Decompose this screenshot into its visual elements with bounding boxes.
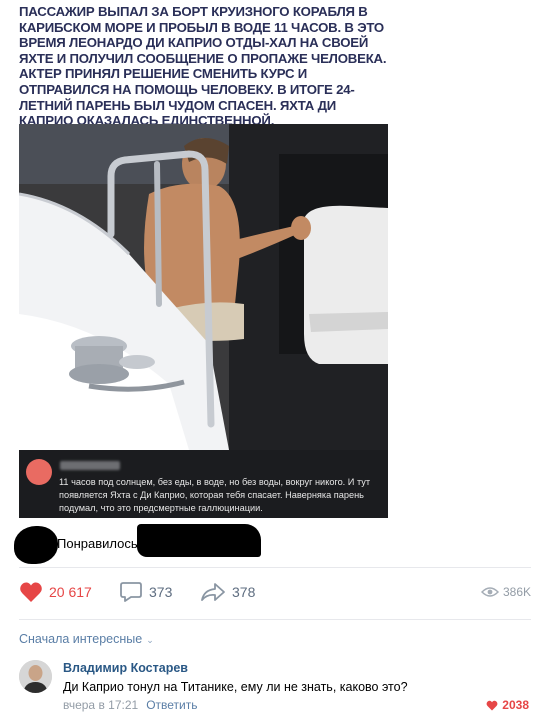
share-button[interactable]: 378	[200, 580, 255, 604]
comment-icon	[120, 582, 142, 602]
yacht-photo	[19, 124, 388, 450]
comment-text: Ди Каприо тонул на Титанике, ему ли не з…	[63, 680, 408, 694]
screenshot-comment-text: 11 часов под солнцем, без еды, в воде, н…	[59, 477, 371, 513]
comments-sort-dropdown[interactable]: Сначала интересные ⌄	[19, 632, 154, 646]
screenshot-comment-card: 11 часов под солнцем, без еды, в воде, н…	[19, 450, 388, 518]
comment-like-button[interactable]: 2038	[486, 698, 529, 712]
divider	[19, 619, 531, 620]
liked-label: Понравилось	[57, 536, 138, 551]
commenter-avatar	[26, 459, 52, 485]
sort-label: Сначала интересные	[19, 632, 143, 646]
share-icon	[201, 583, 225, 601]
post: Пассажир выпал за борт круизного корабля…	[0, 0, 550, 726]
avatar-photo	[19, 660, 52, 693]
chevron-down-icon: ⌄	[146, 635, 154, 645]
reply-button[interactable]: Ответить	[146, 698, 197, 712]
shares-count: 378	[232, 584, 256, 600]
comment-author-name[interactable]: Владимир Костарев	[63, 661, 188, 675]
meme-image[interactable]: Пассажир выпал за борт круизного корабля…	[19, 0, 388, 518]
views-count: 386K	[502, 585, 531, 599]
comment-author-avatar[interactable]	[19, 660, 52, 693]
views-counter: 386K	[480, 580, 531, 604]
heart-icon	[486, 700, 498, 710]
eye-icon	[480, 587, 499, 597]
divider	[19, 567, 531, 568]
comment-meta: вчера в 17:21 Ответить	[63, 698, 197, 712]
yacht-photo-illustration	[19, 124, 388, 450]
liked-by-row[interactable]: Понравилось	[14, 524, 264, 564]
redacted-names	[137, 524, 261, 557]
heart-icon	[20, 582, 42, 602]
comment-button[interactable]: 373	[119, 580, 172, 604]
comments-count: 373	[149, 584, 173, 600]
comment-likes-count: 2038	[502, 698, 529, 712]
like-button[interactable]: 20 617	[19, 580, 92, 604]
likes-count: 20 617	[49, 584, 92, 600]
blurred-commenter-name	[60, 461, 120, 470]
post-actions: 20 617 373 378 386K	[19, 580, 531, 604]
redacted-avatar	[14, 526, 58, 564]
comment-time[interactable]: вчера в 17:21	[63, 698, 138, 712]
